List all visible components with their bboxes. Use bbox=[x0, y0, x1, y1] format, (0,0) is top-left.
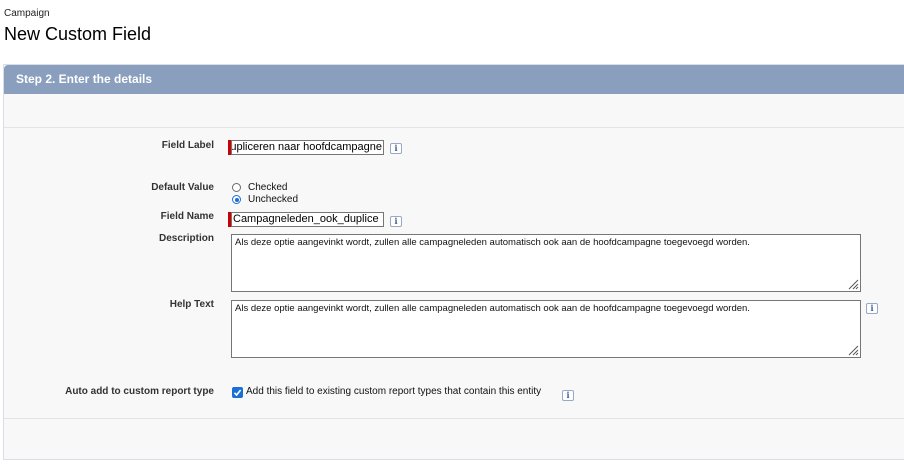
description-label: Description bbox=[158, 233, 214, 244]
description-text: Als deze optie aangevinkt wordt, zullen … bbox=[235, 237, 750, 248]
help-text-textarea[interactable]: Als deze optie aangevinkt wordt, zullen … bbox=[231, 300, 861, 358]
radio-unchecked-button[interactable] bbox=[232, 195, 241, 204]
resize-handle-icon[interactable] bbox=[847, 344, 859, 356]
step-panel: Step 2. Enter the details Field Label Ca… bbox=[3, 64, 904, 460]
checkmark-icon bbox=[233, 389, 242, 397]
radio-checked[interactable]: Checked bbox=[232, 182, 352, 194]
object-name: Campaign bbox=[4, 8, 50, 19]
radio-checked-label: Checked bbox=[248, 182, 288, 193]
field-label-wrap: Campagneleden ook dupliceren naar hoofdc… bbox=[228, 140, 384, 155]
help-text-text: Als deze optie aangevinkt wordt, zullen … bbox=[235, 303, 750, 314]
field-name-input[interactable]: Campagneleden_ook_duplice bbox=[231, 212, 384, 227]
auto-add-info-icon[interactable]: i bbox=[562, 390, 574, 401]
help-text-info-icon[interactable]: i bbox=[866, 303, 878, 314]
field-name-label: Field Name bbox=[160, 211, 214, 222]
field-label-label: Field Label bbox=[161, 140, 214, 151]
resize-handle-icon[interactable] bbox=[847, 278, 859, 290]
auto-add-label: Auto add to custom report type bbox=[65, 386, 214, 397]
radio-checked-button[interactable] bbox=[232, 183, 241, 192]
page-title: New Custom Field bbox=[4, 24, 152, 44]
section-divider-bottom bbox=[4, 418, 904, 419]
field-label-input[interactable]: Campagneleden ook dupliceren naar hoofdc… bbox=[231, 140, 384, 155]
field-name-info-icon[interactable]: i bbox=[390, 216, 402, 227]
help-text-label: Help Text bbox=[169, 299, 214, 310]
section-divider-top bbox=[4, 127, 904, 128]
step-header: Step 2. Enter the details bbox=[4, 65, 904, 94]
page-header: Campaign New Custom Field bbox=[4, 8, 151, 45]
auto-add-checkbox-label: Add this field to existing custom report… bbox=[246, 386, 542, 397]
field-label-info-icon[interactable]: i bbox=[390, 143, 402, 154]
auto-add-checkbox[interactable] bbox=[232, 387, 243, 398]
radio-unchecked-label: Unchecked bbox=[248, 194, 299, 205]
radio-unchecked[interactable]: Unchecked bbox=[232, 194, 352, 206]
field-name-wrap: Campagneleden_ook_duplice bbox=[228, 212, 384, 227]
description-textarea[interactable]: Als deze optie aangevinkt wordt, zullen … bbox=[231, 234, 861, 292]
default-value-label: Default Value bbox=[151, 182, 214, 193]
